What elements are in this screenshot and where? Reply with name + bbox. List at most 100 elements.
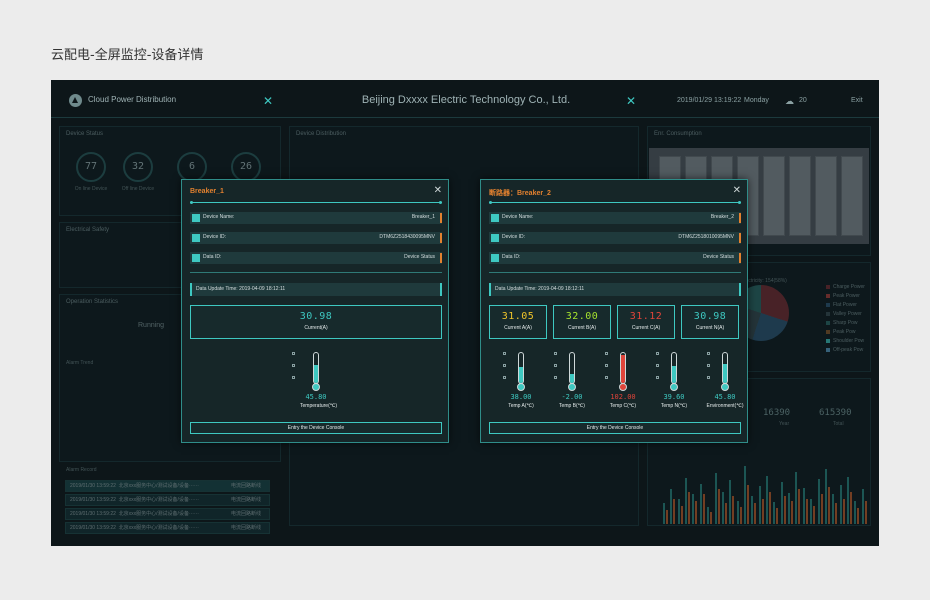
chart-bar	[692, 494, 695, 524]
chart-bar	[714, 473, 717, 524]
checkbox-icon	[192, 254, 200, 262]
legend-item: Valley Power	[826, 311, 862, 317]
daily-bar-chart	[663, 464, 869, 524]
alarm-trend-title: Alarm Trend	[66, 360, 94, 366]
panel-title: Device Distribution	[296, 131, 347, 137]
chart-bar	[688, 491, 691, 524]
thermometer-bulb	[721, 383, 729, 391]
chart-bar	[835, 503, 838, 524]
row-label: Device Name:	[502, 214, 534, 220]
chart-bar	[832, 494, 835, 524]
device-console-button[interactable]: Entry the Device Console	[190, 422, 442, 434]
current-value: 31.05	[501, 311, 535, 322]
chart-bar	[810, 498, 813, 524]
thermometer-fill	[621, 354, 625, 383]
alarm-text: 北京xxx服务中心/测试设备/设备······	[118, 483, 199, 489]
chart-bar	[758, 485, 761, 524]
current-label: Current C(A)	[631, 325, 661, 331]
alarm-row[interactable]: 2019/01/30 13:59:22 北京xxx服务中心/测试设备/设备···…	[65, 494, 270, 506]
chart-bar	[710, 512, 713, 524]
current-value: 31.12	[629, 311, 663, 322]
info-row-data-id: Data ID: Device Status	[190, 252, 442, 264]
alarm-row[interactable]: 2019/01/30 13:59:22 北京xxx服务中心/测试设备/设备···…	[65, 480, 270, 492]
alarm-time: 2019/01/30 13:59:22	[70, 483, 116, 489]
close-icon[interactable]: ✕	[434, 185, 442, 196]
row-value: Breaker_2	[710, 214, 734, 220]
chart-bar	[707, 506, 710, 524]
thermometer-bulb	[568, 383, 576, 391]
thermometer-bulb	[312, 383, 320, 391]
exit-button[interactable]: Exit	[851, 97, 863, 104]
data-update-time: Data Update Time: 2019-04-09 18:12:11	[489, 283, 741, 296]
app-name: Cloud Power Distribution	[88, 95, 177, 104]
thermometer-fill	[672, 365, 676, 383]
alarm-row[interactable]: 2019/01/30 13:59:22 北京xxx服务中心/测试设备/设备···…	[65, 522, 270, 534]
temperature-label: Temperature(℃)	[300, 403, 338, 409]
alarm-time: 2019/01/30 13:59:22	[70, 525, 116, 531]
year-label: Year	[779, 421, 790, 427]
chart-bar	[773, 502, 776, 524]
row-label: Device Name:	[203, 214, 235, 220]
chart-bar	[824, 468, 827, 524]
chart-bar	[788, 492, 791, 524]
chart-bar	[743, 466, 746, 524]
divider	[190, 272, 442, 273]
divider	[489, 200, 741, 204]
chart-bar	[673, 498, 676, 524]
current-metric-box: 30.98 Current N(A)	[681, 305, 739, 339]
chart-bar	[724, 503, 727, 524]
close-icon[interactable]: ✕	[733, 185, 741, 196]
panel-title: Operation Statistics	[66, 299, 119, 305]
legend-item: Charge Power	[826, 284, 865, 290]
chart-bar	[695, 500, 698, 524]
alarm-text: 北京xxx服务中心/测试设备/设备······	[118, 511, 199, 517]
current-metric-box: 32.00 Current B(A)	[553, 305, 611, 339]
alarm-time: 2019/01/30 13:59:22	[70, 511, 116, 517]
chart-bar	[761, 498, 764, 524]
page-caption: 云配电-全屏监控-设备详情	[51, 48, 204, 63]
running-label: Running	[138, 322, 165, 329]
chart-bar	[780, 482, 783, 524]
chart-bar	[766, 475, 768, 524]
chart-bar	[783, 496, 786, 524]
legend-item: Peak Power	[826, 293, 860, 299]
gauge-3: 6	[177, 152, 207, 182]
chart-bar	[666, 510, 668, 524]
row-value: Device Status	[703, 254, 734, 260]
chart-bar	[739, 506, 742, 524]
chart-bar	[746, 484, 749, 524]
info-row-data-id: Data ID: Device Status	[489, 252, 741, 264]
temperature-value: 45.80	[305, 393, 327, 401]
scale-icon	[554, 352, 562, 384]
chart-bar	[702, 494, 705, 524]
top-bar: Cloud Power Distribution ✕ Beijing Dxxxx…	[51, 80, 879, 118]
chart-bar	[802, 488, 805, 524]
row-label: Data ID:	[502, 254, 521, 260]
scale-icon	[656, 352, 664, 384]
alarm-text: 北京xxx服务中心/测试设备/设备······	[118, 497, 199, 503]
breaker-2-dialog: 断路器：Breaker_2 ✕ Device Name: Breaker_2 De…	[480, 179, 748, 443]
panel-title: Enr. Consumption	[654, 131, 702, 137]
temperature-label: Temp B(℃)	[559, 403, 585, 409]
logo-icon	[69, 94, 82, 107]
alarm-status: 电流回路断线	[230, 525, 261, 531]
checkbox-icon	[491, 234, 499, 242]
chart-bar	[776, 507, 779, 524]
current-label: Current B(A)	[567, 325, 597, 331]
device-console-button[interactable]: Entry the Device Console	[489, 422, 741, 434]
current-label: Current(A)	[304, 325, 328, 331]
chart-bar	[721, 491, 724, 524]
alarm-row[interactable]: 2019/01/30 13:59:22 北京xxx服务中心/测试设备/设备···…	[65, 508, 270, 520]
alarm-status: 电流回路断线	[230, 511, 261, 517]
temperature-gauge: -2.00 Temp B(℃)	[552, 352, 592, 409]
scale-icon	[707, 352, 715, 384]
year-value: 16390	[763, 408, 791, 418]
temperature-value: 45.80	[714, 393, 736, 401]
temperature-gauge: 38.00 Temp A(℃)	[501, 352, 541, 409]
row-value: DTM6Z2518010095MNV	[678, 234, 734, 240]
chart-bar	[699, 483, 702, 524]
chart-bar	[846, 476, 849, 524]
chart-bar	[670, 489, 673, 524]
current-value: 32.00	[565, 311, 599, 322]
chart-bar	[842, 498, 845, 524]
